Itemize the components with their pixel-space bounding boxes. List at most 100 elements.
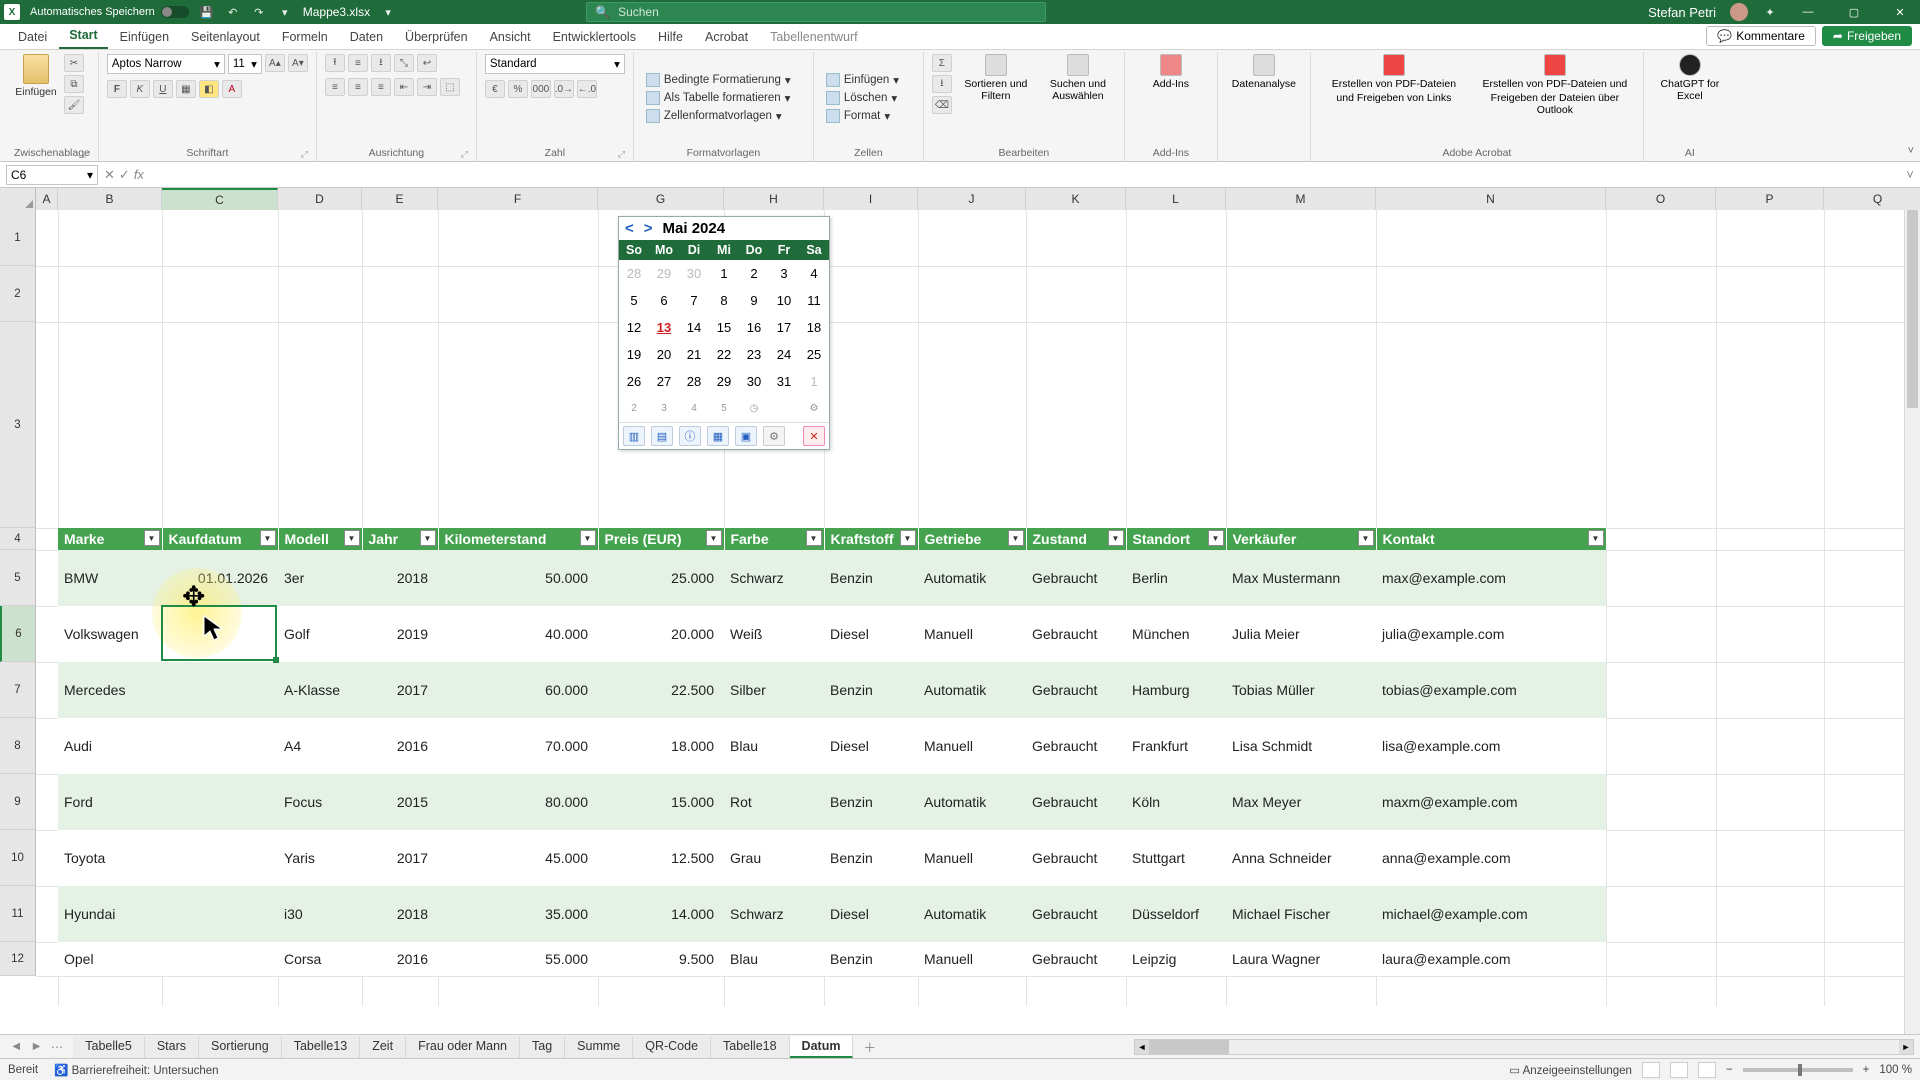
table-cell[interactable]: anna@example.com [1376, 830, 1606, 886]
table-cell[interactable]: BMW [58, 550, 162, 606]
filter-dropdown-icon[interactable]: ▼ [1208, 530, 1224, 546]
row-header[interactable]: 8 [0, 718, 36, 774]
table-cell[interactable]: Hamburg [1126, 662, 1226, 718]
datepicker-day[interactable]: 8 [709, 287, 739, 314]
table-cell[interactable]: Stuttgart [1126, 830, 1226, 886]
cancel-icon[interactable]: ✕ [104, 167, 115, 183]
datepicker-day[interactable]: 6 [649, 287, 679, 314]
datepicker-day[interactable]: 27 [649, 368, 679, 395]
table-cell[interactable] [162, 886, 278, 942]
datepicker-day[interactable]: 25 [799, 341, 829, 368]
row-header[interactable]: 10 [0, 830, 36, 886]
datepicker-day[interactable]: 5 [709, 395, 739, 422]
align-right-icon[interactable]: ≡ [371, 78, 391, 96]
table-row[interactable]: FordFocus201580.00015.000RotBenzinAutoma… [58, 774, 1606, 830]
table-cell[interactable]: Gebraucht [1026, 606, 1126, 662]
bold-icon[interactable]: F [107, 80, 127, 98]
column-header[interactable]: H [724, 188, 824, 210]
datepicker-day[interactable]: 10 [769, 287, 799, 314]
avatar-icon[interactable] [1730, 3, 1748, 21]
table-cell[interactable]: Diesel [824, 718, 918, 774]
zoom-slider[interactable] [1743, 1068, 1853, 1072]
fx-icon[interactable]: fx [134, 167, 144, 183]
table-cell[interactable]: Benzin [824, 550, 918, 606]
table-cell[interactable]: Volkswagen [58, 606, 162, 662]
comma-icon[interactable]: 000 [531, 80, 551, 98]
table-cell[interactable]: 22.500 [598, 662, 724, 718]
table-cell[interactable] [162, 718, 278, 774]
table-cell[interactable]: Gebraucht [1026, 886, 1126, 942]
table-cell[interactable]: Golf [278, 606, 362, 662]
border-icon[interactable]: ▦ [176, 80, 196, 98]
table-cell[interactable]: Rot [724, 774, 824, 830]
column-header[interactable]: K [1026, 188, 1126, 210]
currency-icon[interactable]: € [485, 80, 505, 98]
search-input[interactable]: 🔍 Suchen [586, 2, 1046, 22]
table-row[interactable]: VolkswagenGolf201940.00020.000WeißDiesel… [58, 606, 1606, 662]
table-cell[interactable]: 20.000 [598, 606, 724, 662]
copy-icon[interactable]: ⧉ [64, 75, 84, 93]
table-cell[interactable]: Weiß [724, 606, 824, 662]
table-header[interactable]: Preis (EUR)▼ [598, 528, 724, 550]
row-header[interactable]: 11 [0, 886, 36, 942]
datepicker-day[interactable]: 9 [739, 287, 769, 314]
wrap-text-icon[interactable]: ↩ [417, 54, 437, 72]
table-cell[interactable]: Audi [58, 718, 162, 774]
ribbon-tab[interactable]: Einfügen [110, 26, 179, 49]
table-cell[interactable] [162, 830, 278, 886]
increase-indent-icon[interactable]: ⇥ [417, 78, 437, 96]
filter-dropdown-icon[interactable]: ▼ [706, 530, 722, 546]
fill-color-icon[interactable]: ◧ [199, 80, 219, 98]
sheet-tab[interactable]: Stars [145, 1036, 199, 1058]
table-cell[interactable]: Frankfurt [1126, 718, 1226, 774]
table-cell[interactable]: tobias@example.com [1376, 662, 1606, 718]
table-cell[interactable]: 9.500 [598, 942, 724, 976]
minimize-button[interactable]: — [1792, 2, 1824, 22]
ribbon-tab[interactable]: Hilfe [648, 26, 693, 49]
table-cell[interactable]: Schwarz [724, 550, 824, 606]
filter-dropdown-icon[interactable]: ▼ [806, 530, 822, 546]
filter-dropdown-icon[interactable]: ▼ [144, 530, 160, 546]
sheet-nav-next-icon[interactable]: ► [30, 1039, 42, 1054]
column-header[interactable]: P [1716, 188, 1824, 210]
filter-dropdown-icon[interactable]: ▼ [580, 530, 596, 546]
page-break-view-icon[interactable] [1698, 1062, 1716, 1078]
ribbon-tab[interactable]: Überprüfen [395, 26, 478, 49]
datepicker-day[interactable]: 12 [619, 314, 649, 341]
ribbon-tab[interactable]: Datei [8, 26, 57, 49]
new-sheet-button[interactable]: ＋ [853, 1037, 886, 1056]
ribbon-tab[interactable]: Seitenlayout [181, 26, 270, 49]
table-cell[interactable] [162, 606, 278, 662]
table-cell[interactable]: 2019 [362, 606, 438, 662]
table-cell[interactable]: Leipzig [1126, 942, 1226, 976]
table-cell[interactable]: Automatik [918, 774, 1026, 830]
table-row[interactable]: AudiA4201670.00018.000BlauDieselManuellG… [58, 718, 1606, 774]
column-header[interactable]: M [1226, 188, 1376, 210]
table-cell[interactable]: Blau [724, 942, 824, 976]
datepicker-day[interactable]: 30 [679, 260, 709, 287]
conditional-formatting-button[interactable]: Bedingte Formatierung ▾ [642, 72, 795, 88]
number-format-combo[interactable]: Standard▾ [485, 54, 625, 74]
column-header[interactable]: Q [1824, 188, 1920, 210]
switch-off-icon[interactable] [161, 6, 189, 18]
table-cell[interactable]: München [1126, 606, 1226, 662]
table-cell[interactable]: 50.000 [438, 550, 598, 606]
find-select-button[interactable]: Suchen und Auswählen [1040, 54, 1116, 102]
table-cell[interactable]: Gebraucht [1026, 718, 1126, 774]
table-cell[interactable]: Blau [724, 718, 824, 774]
table-cell[interactable]: Manuell [918, 942, 1026, 976]
addins-button[interactable]: Add-Ins [1133, 54, 1209, 90]
datepicker-day[interactable]: 7 [679, 287, 709, 314]
filter-dropdown-icon[interactable]: ▼ [420, 530, 436, 546]
table-cell[interactable]: 35.000 [438, 886, 598, 942]
table-cell[interactable]: Diesel [824, 886, 918, 942]
datepicker-day[interactable]: ◷ [739, 395, 769, 422]
redo-icon[interactable]: ↷ [251, 4, 267, 20]
sheet-tab[interactable]: Sortierung [199, 1036, 282, 1058]
format-as-table-button[interactable]: Als Tabelle formatieren ▾ [642, 90, 795, 106]
table-header[interactable]: Getriebe▼ [918, 528, 1026, 550]
datepicker-day[interactable]: 16 [739, 314, 769, 341]
table-cell[interactable]: 2016 [362, 718, 438, 774]
table-cell[interactable]: 2018 [362, 886, 438, 942]
filter-dropdown-icon[interactable]: ▼ [260, 530, 276, 546]
